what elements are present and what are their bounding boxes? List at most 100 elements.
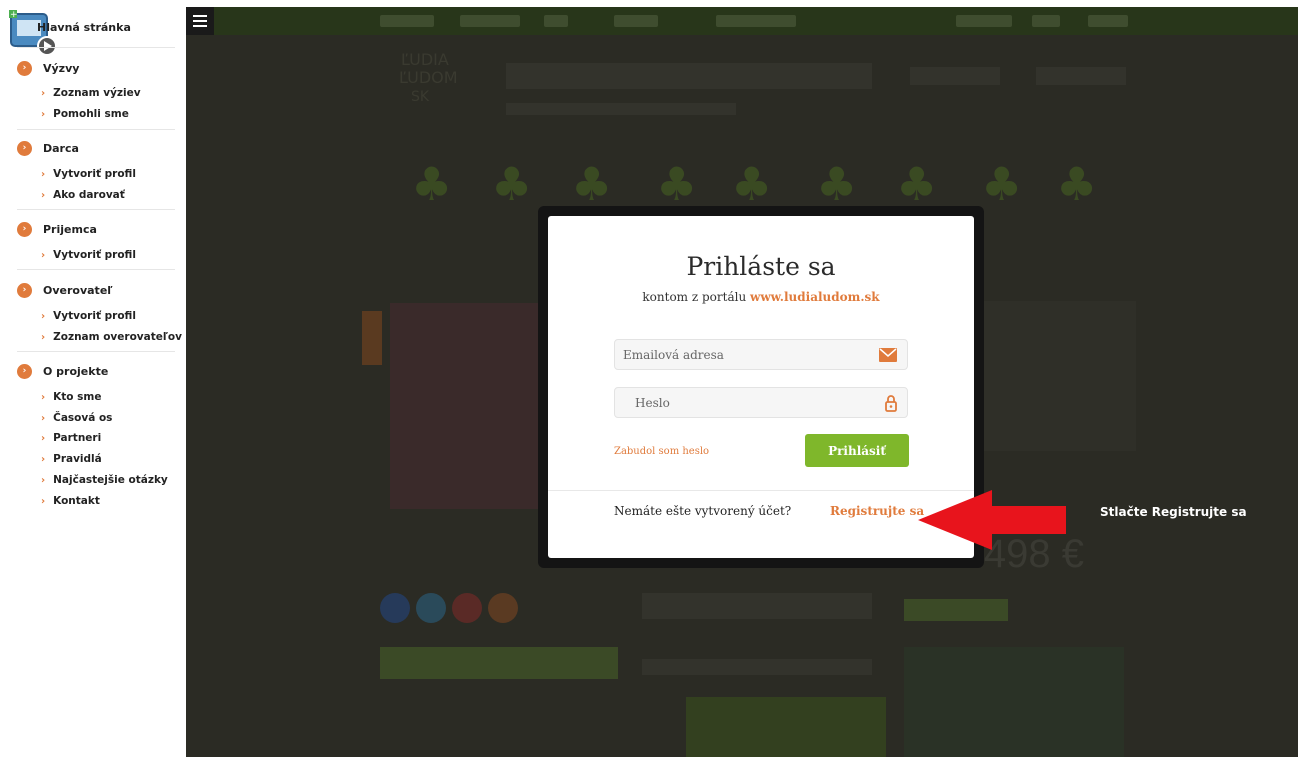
sidebar-item-casova-os[interactable]: › Časová os <box>41 410 112 426</box>
chevron-right-icon: › <box>41 310 46 322</box>
email-field[interactable]: Emailová adresa <box>614 339 908 370</box>
password-placeholder: Heslo <box>635 396 670 410</box>
divider <box>548 490 974 491</box>
category-icon: ♣ <box>981 157 1023 211</box>
dimmed-heading <box>642 659 872 675</box>
sidebar-section-overovatel[interactable]: › Overovateľ <box>17 281 113 299</box>
top-navigation <box>186 7 1298 35</box>
sidebar-item-darca-vytvorit-profil[interactable]: › Vytvoriť profil <box>41 166 136 182</box>
chevron-right-icon: › <box>17 363 32 379</box>
sidebar-section-label: Overovateľ <box>43 283 113 297</box>
dimmed-nav-item <box>956 15 1012 27</box>
hamburger-icon <box>193 15 207 27</box>
divider <box>17 209 175 210</box>
sidebar-item-label: Vytvoriť profil <box>53 310 136 322</box>
password-field[interactable]: Heslo <box>614 387 908 418</box>
sidebar-section-darca[interactable]: › Darca <box>17 139 79 157</box>
google-plus-icon <box>452 593 482 623</box>
sidebar-item-label: Kontakt <box>53 495 100 507</box>
sidebar-item-pravidla[interactable]: › Pravidlá <box>41 451 102 467</box>
dimmed-nav-item <box>460 15 520 27</box>
menu-toggle-button[interactable] <box>186 7 214 35</box>
dimmed-badge <box>362 311 382 365</box>
chevron-right-icon: › <box>41 108 46 120</box>
sidebar-item-najcastejsie-otazky[interactable]: › Najčastejšie otázky <box>41 472 168 488</box>
portal-link[interactable]: www.ludialudom.sk <box>750 290 880 304</box>
chevron-right-icon: › <box>17 282 32 298</box>
lock-icon <box>885 395 897 412</box>
dimmed-nav-item <box>544 15 568 27</box>
category-icon: ♣ <box>656 157 698 211</box>
sidebar-item-kontakt[interactable]: › Kontakt <box>41 493 100 509</box>
site-logo-icon: ĽUDIA ĽUDOM SK <box>399 50 458 105</box>
twitter-icon <box>416 593 446 623</box>
sidebar-item-label: Partneri <box>53 432 102 444</box>
chevron-right-icon: › <box>41 474 46 486</box>
modal-title: Prihláste sa <box>686 252 836 281</box>
divider <box>17 47 175 48</box>
sidebar-section-label: Prijemca <box>43 222 97 236</box>
email-placeholder: Emailová adresa <box>623 348 724 362</box>
sidebar-item-label: Vytvoriť profil <box>53 249 136 261</box>
chevron-right-icon: › <box>41 412 46 424</box>
divider <box>17 351 175 352</box>
annotation-text: Stlačte Registrujte sa <box>1100 505 1247 519</box>
category-icon: ♣ <box>571 157 613 211</box>
sidebar-item-ako-darovat[interactable]: › Ako darovať <box>41 187 125 203</box>
sidebar-item-label: Zoznam overovateľov <box>53 331 182 343</box>
rss-icon <box>488 593 518 623</box>
sidebar-section-prijemca[interactable]: › Prijemca <box>17 220 97 238</box>
sidebar-item-label: Časová os <box>53 412 113 424</box>
divider <box>17 269 175 270</box>
sidebar-section-vyzvy[interactable]: › Výzvy <box>17 59 79 77</box>
svg-text:ĽUDOM: ĽUDOM <box>399 68 458 87</box>
login-modal: Prihláste sa kontom z portálu www.ludial… <box>548 216 974 558</box>
annotation-arrow-icon <box>918 490 1066 550</box>
category-icon: ♣ <box>1056 157 1098 211</box>
chevron-right-icon: › <box>41 331 46 343</box>
dimmed-nav-item <box>380 15 434 27</box>
dimmed-login-link <box>1036 67 1126 85</box>
divider <box>17 129 175 130</box>
login-button[interactable]: Prihlásiť <box>805 434 909 467</box>
chevron-right-icon: › <box>41 189 46 201</box>
chevron-right-icon: › <box>17 221 32 237</box>
dimmed-newsletter-input <box>642 593 872 619</box>
sidebar-section-o-projekte[interactable]: › O projekte <box>17 362 108 380</box>
register-link[interactable]: Registrujte sa <box>830 504 924 518</box>
chevron-right-icon: › <box>41 168 46 180</box>
sidebar-item-prijemca-vytvorit-profil[interactable]: › Vytvoriť profil <box>41 247 136 263</box>
sidebar-item-kto-sme[interactable]: › Kto sme <box>41 389 101 405</box>
dimmed-nav-item <box>1032 15 1060 27</box>
category-icon: ♣ <box>896 157 938 211</box>
no-account-text: Nemáte ešte vytvorený účet? <box>614 504 792 518</box>
sidebar-item-zoznam-vyziev[interactable]: › Zoznam výziev <box>41 85 141 101</box>
dimmed-side-panel <box>976 301 1136 451</box>
chevron-right-icon: › <box>41 87 46 99</box>
dimmed-nav-item <box>716 15 796 27</box>
modal-subtitle: kontom z portálu www.ludialudom.sk <box>548 290 974 304</box>
sidebar-section-label: O projekte <box>43 364 109 378</box>
envelope-icon <box>879 348 897 362</box>
sidebar-section-label: Výzvy <box>43 61 80 75</box>
dimmed-tagline <box>506 103 736 115</box>
sidebar-item-home[interactable]: Hlavná stránka <box>37 19 131 35</box>
chevron-right-icon: › <box>41 391 46 403</box>
dimmed-featured-image <box>390 303 540 509</box>
svg-text:SK: SK <box>411 89 430 105</box>
sidebar: + Hlavná stránka › Výzvy › Zoznam výziev … <box>5 7 187 757</box>
dimmed-nav-item <box>1088 15 1128 27</box>
dimmed-promo-banner <box>904 647 1124 757</box>
sidebar-item-label: Pravidlá <box>53 453 102 465</box>
modal-subtitle-text: kontom z portálu <box>642 290 750 304</box>
category-icon: ♣ <box>411 157 453 211</box>
forgot-password-link[interactable]: Zabudol som heslo <box>614 446 709 457</box>
sidebar-item-label: Hlavná stránka <box>37 20 131 34</box>
sidebar-item-partneri[interactable]: › Partneri <box>41 430 101 446</box>
sidebar-item-label: Zoznam výziev <box>53 87 141 99</box>
sidebar-item-pomohli-sme[interactable]: › Pomohli sme <box>41 106 129 122</box>
sidebar-section-label: Darca <box>43 141 79 155</box>
sidebar-item-overovatel-vytvorit-profil[interactable]: › Vytvoriť profil <box>41 308 136 324</box>
category-icon: ♣ <box>491 157 533 211</box>
sidebar-item-zoznam-overovatelov[interactable]: › Zoznam overovateľov <box>41 329 182 345</box>
